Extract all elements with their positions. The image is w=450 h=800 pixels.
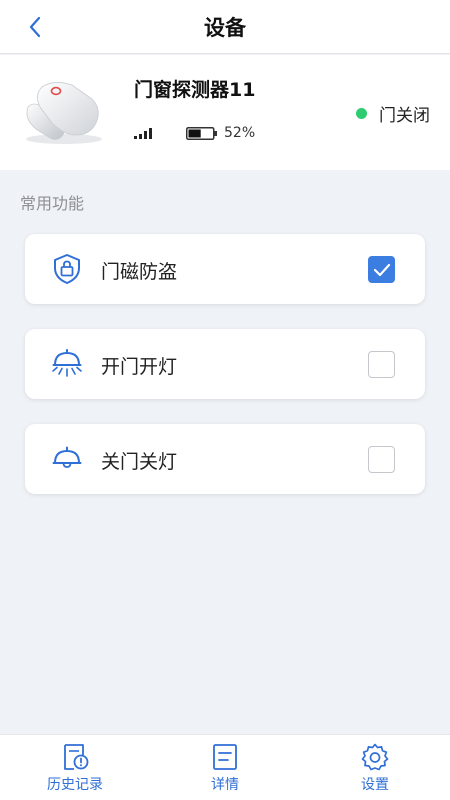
function-item-close-door-light-off[interactable]: 关门关灯 xyxy=(25,424,425,494)
tab-details[interactable]: 详情 xyxy=(150,735,300,800)
tab-label: 历史记录 xyxy=(47,777,103,793)
function-item-door-anti-theft[interactable]: 门磁防盗 xyxy=(25,234,425,304)
tab-label: 设置 xyxy=(361,777,389,793)
function-checkbox[interactable] xyxy=(368,351,395,378)
device-name: 门窗探测器11 xyxy=(134,79,256,101)
battery-percentage: 52% xyxy=(224,125,256,141)
checkmark-icon xyxy=(373,263,390,276)
battery-icon xyxy=(186,127,217,140)
door-sensor-image xyxy=(26,82,102,144)
details-icon xyxy=(213,744,237,770)
function-label: 门磁防盗 xyxy=(101,261,178,283)
signal-bars-icon xyxy=(134,128,152,139)
door-status: 门关闭 xyxy=(356,101,430,126)
gear-icon xyxy=(361,743,389,771)
function-item-open-door-light-on[interactable]: 开门开灯 xyxy=(25,329,425,399)
section-title: 常用功能 xyxy=(20,194,85,213)
tab-label: 详情 xyxy=(211,777,239,793)
lamp-off-icon xyxy=(52,446,82,468)
bottom-tab-bar: 历史记录 详情 设置 xyxy=(0,734,450,800)
history-icon xyxy=(64,744,89,770)
page-title: 设备 xyxy=(204,16,246,40)
status-dot xyxy=(356,108,367,119)
status-text: 门关闭 xyxy=(379,106,430,126)
lamp-on-icon xyxy=(52,349,82,377)
shield-lock-icon xyxy=(54,254,80,284)
function-label: 关门关灯 xyxy=(101,451,178,473)
function-checkbox[interactable] xyxy=(368,256,395,283)
function-checkbox[interactable] xyxy=(368,446,395,473)
tab-settings[interactable]: 设置 xyxy=(300,735,450,800)
tab-history[interactable]: 历史记录 xyxy=(0,735,150,800)
function-label: 开门开灯 xyxy=(101,356,178,378)
top-bar: 设备 xyxy=(0,0,450,54)
device-card: 门窗探测器11 52% 门关闭 xyxy=(0,55,450,170)
